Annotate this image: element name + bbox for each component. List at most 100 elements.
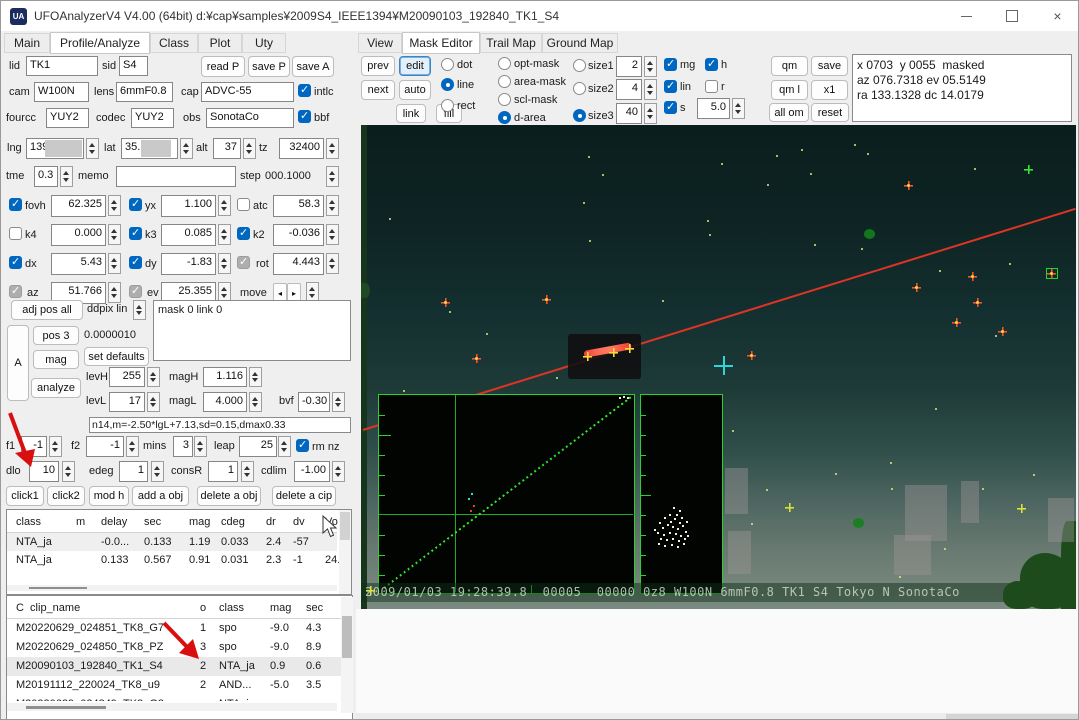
lid-field[interactable]: TK1	[26, 56, 98, 76]
levh-spinner[interactable]	[147, 367, 160, 387]
az-checkbox[interactable]	[9, 285, 22, 298]
edeg-spinner[interactable]	[151, 461, 164, 482]
rot-spinner[interactable]	[326, 253, 339, 274]
levl-spinner[interactable]	[147, 392, 160, 412]
auto-button[interactable]: auto	[399, 80, 431, 100]
minimize-button[interactable]	[943, 1, 989, 31]
magl-field[interactable]: 4.000	[203, 392, 247, 412]
prev-button[interactable]: prev	[361, 56, 395, 76]
lng-spinner[interactable]	[86, 138, 99, 159]
click2-button[interactable]: click2	[47, 486, 85, 506]
scroll-thumb[interactable]	[29, 587, 87, 589]
sid-field[interactable]: S4	[119, 56, 148, 76]
cam-field[interactable]: W100N	[34, 82, 89, 102]
lin-checkbox[interactable]	[664, 80, 677, 93]
area-mask-radio[interactable]	[498, 75, 511, 88]
col-class[interactable]: class	[16, 516, 41, 528]
scl-mask-radio[interactable]	[498, 93, 511, 106]
delete-a-obj-button[interactable]: delete a obj	[197, 486, 261, 506]
edit-button[interactable]: edit	[399, 56, 431, 76]
col-o[interactable]: o	[200, 602, 206, 614]
f2-spinner[interactable]	[126, 436, 139, 457]
levl-field[interactable]: 17	[109, 392, 145, 412]
size2-radio[interactable]	[573, 82, 586, 95]
col-class2[interactable]: class	[219, 602, 244, 614]
bvf-field[interactable]: -0.30	[298, 392, 330, 412]
codec-field[interactable]: YUY2	[131, 108, 174, 128]
object-table-row[interactable]: NTA_ja -0.0... 0.133 1.19 0.033 2.4 -57	[7, 533, 337, 551]
rmnz-checkbox[interactable]	[296, 439, 309, 452]
delete-a-cip-button[interactable]: delete a cip	[272, 486, 336, 506]
set-defaults-button[interactable]: set defaults	[84, 347, 149, 366]
atc-spinner[interactable]	[326, 195, 339, 216]
leap-field[interactable]: 25	[239, 436, 277, 457]
clip-row-partial[interactable]: M20220629_024849_TK8_G8 NTA_ja	[7, 695, 341, 701]
next-button[interactable]: next	[361, 80, 395, 100]
obs-field[interactable]: SonotaCo	[206, 108, 294, 128]
save-a-button[interactable]: save A	[292, 56, 334, 77]
tab-mask-editor[interactable]: Mask Editor	[402, 32, 480, 54]
k2-checkbox[interactable]	[237, 227, 250, 240]
col-sec[interactable]: sec	[144, 516, 161, 528]
tz-spinner[interactable]	[326, 138, 339, 159]
size2-field[interactable]: 4	[616, 79, 642, 100]
dx-spinner[interactable]	[108, 253, 121, 274]
size2-spinner[interactable]	[644, 79, 657, 100]
scroll-thumb[interactable]	[342, 616, 352, 658]
save-button[interactable]: save	[811, 56, 848, 76]
scroll-thumb[interactable]	[26, 706, 106, 709]
k4-field[interactable]: 0.000	[51, 224, 106, 246]
mag-button[interactable]: mag	[33, 350, 79, 369]
f1-spinner[interactable]	[49, 436, 62, 457]
k2-field[interactable]: -0.036	[273, 224, 324, 246]
col-sec2[interactable]: sec	[306, 602, 323, 614]
analyze-button[interactable]: analyze	[31, 378, 81, 398]
yx-spinner[interactable]	[218, 195, 231, 216]
clip-row[interactable]: M20191112_220024_TK8_u9 2 AND... -5.0 3.…	[7, 676, 341, 695]
close-button[interactable]: ×	[1035, 1, 1079, 31]
atc-field[interactable]: 58.3	[273, 195, 324, 217]
cap-field[interactable]: ADVC-55	[201, 82, 294, 102]
lat-spinner[interactable]	[180, 138, 193, 159]
click1-button[interactable]: click1	[6, 486, 44, 506]
size1-spinner[interactable]	[644, 56, 657, 77]
k3-field[interactable]: 0.085	[161, 224, 216, 246]
k2-spinner[interactable]	[326, 224, 339, 245]
ev-checkbox[interactable]	[129, 285, 142, 298]
consr-field[interactable]: 1	[208, 461, 238, 482]
read-p-button[interactable]: read P	[201, 56, 245, 77]
step-spinner[interactable]	[326, 166, 339, 187]
k3-spinner[interactable]	[218, 224, 231, 245]
fovh-spinner[interactable]	[108, 195, 121, 216]
dy-field[interactable]: -1.83	[161, 253, 216, 275]
pos3-button[interactable]: pos 3	[33, 326, 79, 345]
size3-spinner[interactable]	[644, 103, 657, 124]
lens-field[interactable]: 6mmF0.8	[116, 82, 173, 102]
tab-ground-map[interactable]: Ground Map	[542, 33, 618, 53]
link-button[interactable]: link	[396, 104, 426, 123]
tme-field[interactable]: 0.3	[34, 166, 58, 187]
tab-uty[interactable]: Uty	[242, 33, 286, 53]
dx-field[interactable]: 5.43	[51, 253, 106, 275]
cdlim-spinner[interactable]	[332, 461, 345, 482]
k3-checkbox[interactable]	[129, 227, 142, 240]
tab-profile-analyze[interactable]: Profile/Analyze	[50, 32, 150, 54]
h-checkbox[interactable]	[705, 58, 718, 71]
size1-field[interactable]: 2	[616, 56, 642, 77]
dy-checkbox[interactable]	[129, 256, 142, 269]
scroll-thumb[interactable]	[946, 714, 1079, 720]
maximize-button[interactable]	[989, 1, 1035, 31]
r-checkbox[interactable]	[705, 80, 718, 93]
object-table-hscrollbar[interactable]	[7, 585, 337, 591]
fourcc-field[interactable]: YUY2	[46, 108, 89, 128]
alt-field[interactable]: 37	[213, 138, 241, 159]
k4-spinner[interactable]	[108, 224, 121, 245]
opt-mask-radio[interactable]	[498, 57, 511, 70]
x1-button[interactable]: x1	[811, 80, 848, 100]
rot-field[interactable]: 4.443	[273, 253, 324, 275]
col-cdeg[interactable]: cdeg	[221, 516, 245, 528]
qm-l-button[interactable]: qm l	[771, 80, 808, 100]
col-mag[interactable]: mag	[189, 516, 210, 528]
tab-plot[interactable]: Plot	[198, 33, 242, 53]
dx-checkbox[interactable]	[9, 256, 22, 269]
